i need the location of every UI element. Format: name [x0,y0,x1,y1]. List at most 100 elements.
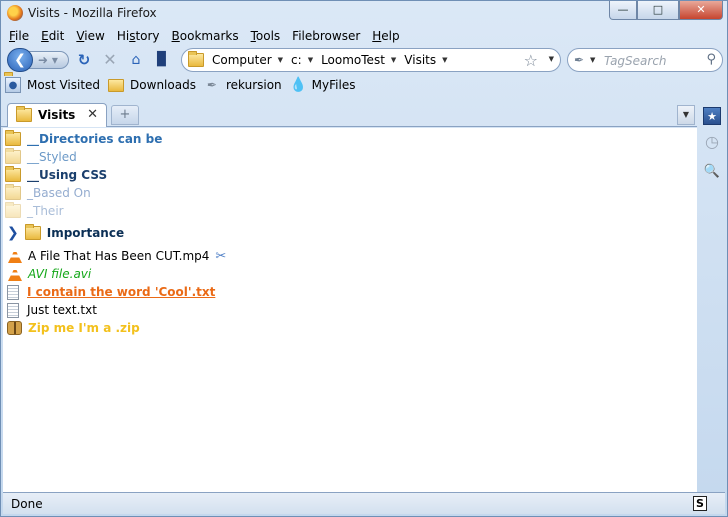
history-icon[interactable]: ◷ [703,133,721,151]
folder-icon [24,224,41,240]
scissors-icon: ✂ [215,248,227,264]
minimize-button[interactable]: — [609,1,637,20]
home-icon[interactable]: ⌂ [127,51,145,69]
chevron-down-icon[interactable]: ▼ [442,56,447,67]
reload-icon[interactable]: ↻ [75,51,93,69]
folder-icon [5,148,21,164]
file-list: __Directories can be __Styled __Using CS… [3,128,697,492]
tag-icon: ✒ [206,78,217,92]
list-item[interactable]: _Their [5,202,64,220]
chevron-down-icon[interactable]: ▼ [308,56,313,67]
breadcrumb: Computer ▼ c: ▼ LoomoTest ▼ Visits ▼ [212,53,456,67]
list-item[interactable]: Just text.txt [5,301,97,319]
navigation-toolbar: ➜ ▾ ❮ ↻ ✕ ⌂ ▉ Computer ▼ c: ▼ LoomoTest ▼ V… [3,47,725,73]
menu-bookmarks[interactable]: Bookmarks [166,27,245,47]
menu-bar: File Edit View History Bookmarks Tools F… [3,27,406,47]
item-name: _Based On [27,186,91,200]
crumb-loomotest[interactable]: LoomoTest [321,53,391,67]
item-name: __Using CSS [27,168,108,182]
bookmark-rekursion[interactable]: ✒ rekursion [204,75,282,95]
chevron-down-icon[interactable]: ▼ [278,56,283,67]
tab-label: Visits [38,108,76,122]
folder-icon [5,202,21,218]
window-title: Visits - Mozilla Firefox [28,6,157,20]
status-s-icon[interactable]: S [693,496,707,511]
sidebar-toolbar: ★ ◷ 🔍 [697,101,727,493]
list-item[interactable]: ❯ Importance [3,224,124,242]
list-item[interactable]: AVI file.avi [7,265,91,283]
list-all-tabs-button[interactable]: ▼ [677,105,695,125]
menu-edit[interactable]: Edit [35,27,70,47]
search-input[interactable]: TagSearch [604,54,667,68]
droplet-icon: 💧 [289,77,308,93]
back-forward-group: ➜ ▾ ❮ [7,48,69,72]
list-item[interactable]: I contain the word 'Cool'.txt [5,283,215,301]
search-icon[interactable]: ⚲ [706,52,716,67]
item-name: Importance [46,226,125,240]
computer-icon[interactable]: ▉ [153,51,171,69]
list-item[interactable]: __Using CSS [5,166,107,184]
menu-view[interactable]: View [70,27,110,47]
item-name: _Their [27,204,64,218]
folder-icon [108,78,125,92]
folder-icon [188,51,204,67]
status-bar: Done S [3,492,725,514]
bookmark-most-visited[interactable]: ● Most Visited [5,75,100,95]
menu-filebrowser[interactable]: Filebrowser [286,27,366,47]
item-name: Zip me I'm a .zip [28,321,140,335]
folder-icon [5,184,21,200]
menu-history[interactable]: History [111,27,166,47]
vlc-icon [8,267,22,281]
expand-arrow-icon[interactable]: ❯ [7,225,19,241]
menu-file[interactable]: File [3,27,35,47]
firefox-window: Visits - Mozilla Firefox — □ ✕ File Edit… [0,0,728,517]
vlc-icon [8,249,22,263]
find-file-icon[interactable]: 🔍 [703,163,721,181]
item-name: Just text.txt [27,303,97,317]
item-name: __Directories can be [27,132,163,146]
tab-visits[interactable]: Visits ✕ [7,103,107,127]
tag-icon[interactable]: ✒ [574,53,584,67]
item-name: I contain the word 'Cool'.txt [27,285,216,299]
status-text: Done [11,497,43,511]
item-name: __Styled [27,150,77,164]
bookmark-myfiles[interactable]: 💧 MyFiles [290,75,356,95]
bookmarks-sidebar-icon[interactable]: ★ [703,107,721,125]
chevron-down-icon[interactable]: ▼ [590,56,595,64]
bookmarks-toolbar: ● Most Visited Downloads ✒ rekursion 💧 M… [5,75,363,95]
folder-icon [16,106,32,122]
most-visited-icon: ● [5,77,21,93]
forward-button[interactable]: ➜ ▾ [29,51,69,69]
list-item[interactable]: A File That Has Been CUT.mp4 ✂ [7,247,226,265]
list-item[interactable]: Zip me I'm a .zip [7,319,140,337]
close-tab-icon[interactable]: ✕ [87,107,98,122]
new-tab-button[interactable]: + [111,105,139,125]
tag-search-box[interactable]: ✒ ▼ TagSearch ⚲ [567,48,723,72]
menu-tools[interactable]: Tools [245,27,287,47]
close-button[interactable]: ✕ [679,1,723,20]
text-file-icon [7,284,19,300]
url-dropdown-icon[interactable]: ▼ [549,55,554,63]
location-bar[interactable]: Computer ▼ c: ▼ LoomoTest ▼ Visits ▼ ☆ ▼ [181,48,561,72]
back-button[interactable]: ❮ [7,48,33,72]
folder-icon [5,130,21,146]
firefox-icon [7,5,23,21]
item-name: AVI file.avi [28,267,92,281]
crumb-drive[interactable]: c: [291,53,308,67]
menu-help[interactable]: Help [366,27,405,47]
maximize-button[interactable]: □ [637,1,679,20]
list-item[interactable]: __Directories can be [5,130,162,148]
stop-icon[interactable]: ✕ [101,51,119,69]
bookmark-star-icon[interactable]: ☆ [524,51,538,70]
tab-strip: Visits ✕ + [1,101,697,127]
crumb-visits[interactable]: Visits [404,53,442,67]
crumb-computer[interactable]: Computer [212,53,278,67]
list-item[interactable]: __Styled [5,148,77,166]
chevron-down-icon[interactable]: ▼ [391,56,396,67]
title-bar: Visits - Mozilla Firefox — □ ✕ [1,1,727,26]
bookmark-downloads[interactable]: Downloads [108,75,196,95]
list-item[interactable]: _Based On [5,184,91,202]
window-controls: — □ ✕ [609,1,723,21]
item-name: A File That Has Been CUT.mp4 [28,249,210,263]
zip-icon [7,321,22,335]
